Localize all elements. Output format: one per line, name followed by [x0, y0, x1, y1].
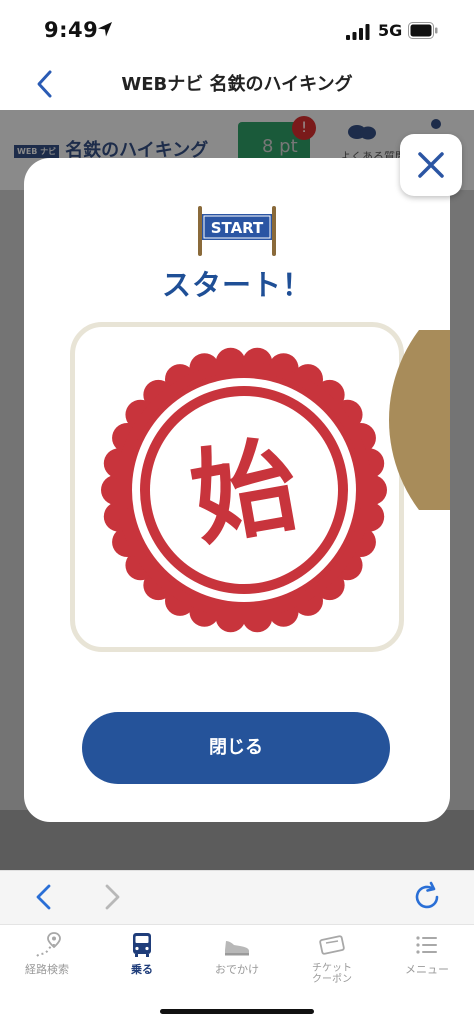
bus-icon	[133, 933, 151, 957]
faq-chat-icon	[348, 125, 376, 140]
start-flag-icon: START	[198, 206, 276, 256]
stamp-character: 始	[183, 423, 307, 561]
notification-badge: !	[292, 116, 316, 140]
tab-label-outing: おでかけ	[215, 963, 259, 976]
home-indicator	[160, 1009, 314, 1014]
route-pin-icon	[36, 932, 61, 957]
browser-toolbar	[0, 870, 474, 925]
ticket-icon	[319, 935, 345, 955]
network-type: 5G	[378, 21, 403, 40]
tab-label-ticket-coupon: チケット クーポン	[312, 963, 352, 985]
sneaker-icon	[225, 941, 249, 956]
tab-route-search[interactable]: 経路検索	[0, 930, 94, 976]
close-modal-button[interactable]: 閉じる	[82, 712, 390, 784]
tab-ticket-coupon[interactable]: チケット クーポン	[285, 930, 379, 985]
tab-ride[interactable]: 乗る	[95, 930, 189, 976]
start-stamp-seal: 始	[101, 347, 387, 633]
location-arrow-icon	[98, 22, 112, 37]
tab-outing[interactable]: おでかけ	[190, 930, 284, 976]
page-title: WEBナビ 名鉄のハイキング	[121, 74, 353, 95]
next-stamp-peek	[389, 330, 450, 510]
tab-label-route-search: 経路検索	[25, 963, 69, 976]
tab-label-ride: 乗る	[131, 963, 153, 976]
browser-back-icon[interactable]	[30, 880, 58, 914]
start-flag-text: START	[211, 219, 264, 237]
site-logo-badge: WEB ナビ	[14, 144, 60, 158]
browser-forward-icon[interactable]	[98, 880, 126, 914]
points-value: 8 pt	[262, 136, 298, 157]
close-icon	[418, 152, 444, 178]
status-time: 9:49	[44, 18, 99, 42]
menu-list-icon	[416, 936, 437, 954]
signal-strength-icon	[346, 24, 370, 40]
reload-icon[interactable]	[410, 880, 444, 914]
battery-icon	[408, 22, 438, 39]
modal-title: スタート！	[161, 268, 312, 302]
tab-label-menu: メニュー	[405, 963, 449, 976]
close-button[interactable]	[400, 134, 462, 196]
tab-menu[interactable]: メニュー	[380, 930, 474, 976]
